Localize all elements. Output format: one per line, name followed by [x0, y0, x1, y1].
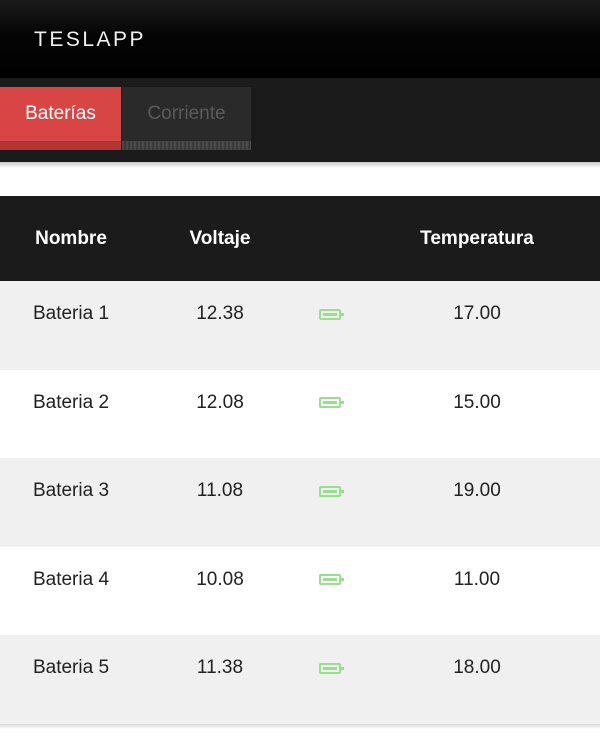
battery-name: Bateria 2	[32, 391, 110, 413]
battery-full-icon	[319, 574, 344, 586]
battery-status-cell	[290, 370, 370, 436]
table-row: Bateria 4 10.08 11.00	[0, 546, 600, 636]
battery-voltage: 10.08	[196, 568, 244, 590]
battery-temperature: 19.00	[453, 480, 501, 502]
table-row: Bateria 2 12.08 15.00	[0, 369, 600, 459]
battery-status-cell	[290, 635, 370, 701]
tab-bar: Baterías Corriente	[0, 78, 600, 162]
table-row: Bateria 5 11.38 18.00	[0, 635, 600, 724]
battery-temperature: 11.00	[453, 568, 501, 590]
battery-full-icon	[319, 662, 344, 674]
battery-temperature: 17.00	[453, 303, 501, 324]
table-row: Bateria 1 12.38 17.00	[0, 281, 600, 370]
battery-name: Bateria 5	[32, 657, 110, 679]
battery-voltage: 12.38	[196, 303, 244, 324]
column-header-temperature: Temperatura	[420, 227, 534, 249]
battery-full-icon	[319, 485, 344, 497]
table-row: Bateria 3 11.08 19.00	[0, 458, 600, 547]
column-header-name: Nombre	[35, 227, 107, 249]
footer-divider	[0, 724, 600, 750]
battery-voltage: 11.38	[196, 657, 244, 679]
battery-table: Nombre Voltaje Temperatura Bateria 1 12.…	[0, 196, 600, 724]
battery-name: Bateria 3	[32, 480, 110, 502]
table-header: Nombre Voltaje Temperatura	[0, 196, 600, 281]
battery-voltage: 12.08	[196, 391, 244, 413]
battery-full-icon	[319, 397, 344, 409]
battery-name: Bateria 4	[32, 568, 110, 590]
tab-baterias[interactable]: Baterías	[0, 87, 121, 150]
divider	[0, 162, 600, 168]
battery-name: Bateria 1	[32, 303, 110, 324]
battery-status-cell	[290, 547, 370, 613]
battery-status-cell	[290, 281, 370, 347]
battery-status-cell	[290, 458, 370, 524]
column-header-voltage: Voltaje	[189, 227, 251, 249]
battery-voltage: 11.08	[196, 480, 244, 502]
column-header-status	[290, 196, 370, 281]
tab-corriente[interactable]: Corriente	[122, 87, 251, 150]
battery-temperature: 18.00	[453, 657, 501, 679]
app-logo[interactable]: TESLAPP	[34, 28, 146, 52]
top-bar: TESLAPP	[0, 0, 600, 78]
battery-temperature: 15.00	[453, 391, 501, 413]
battery-full-icon	[319, 308, 344, 320]
